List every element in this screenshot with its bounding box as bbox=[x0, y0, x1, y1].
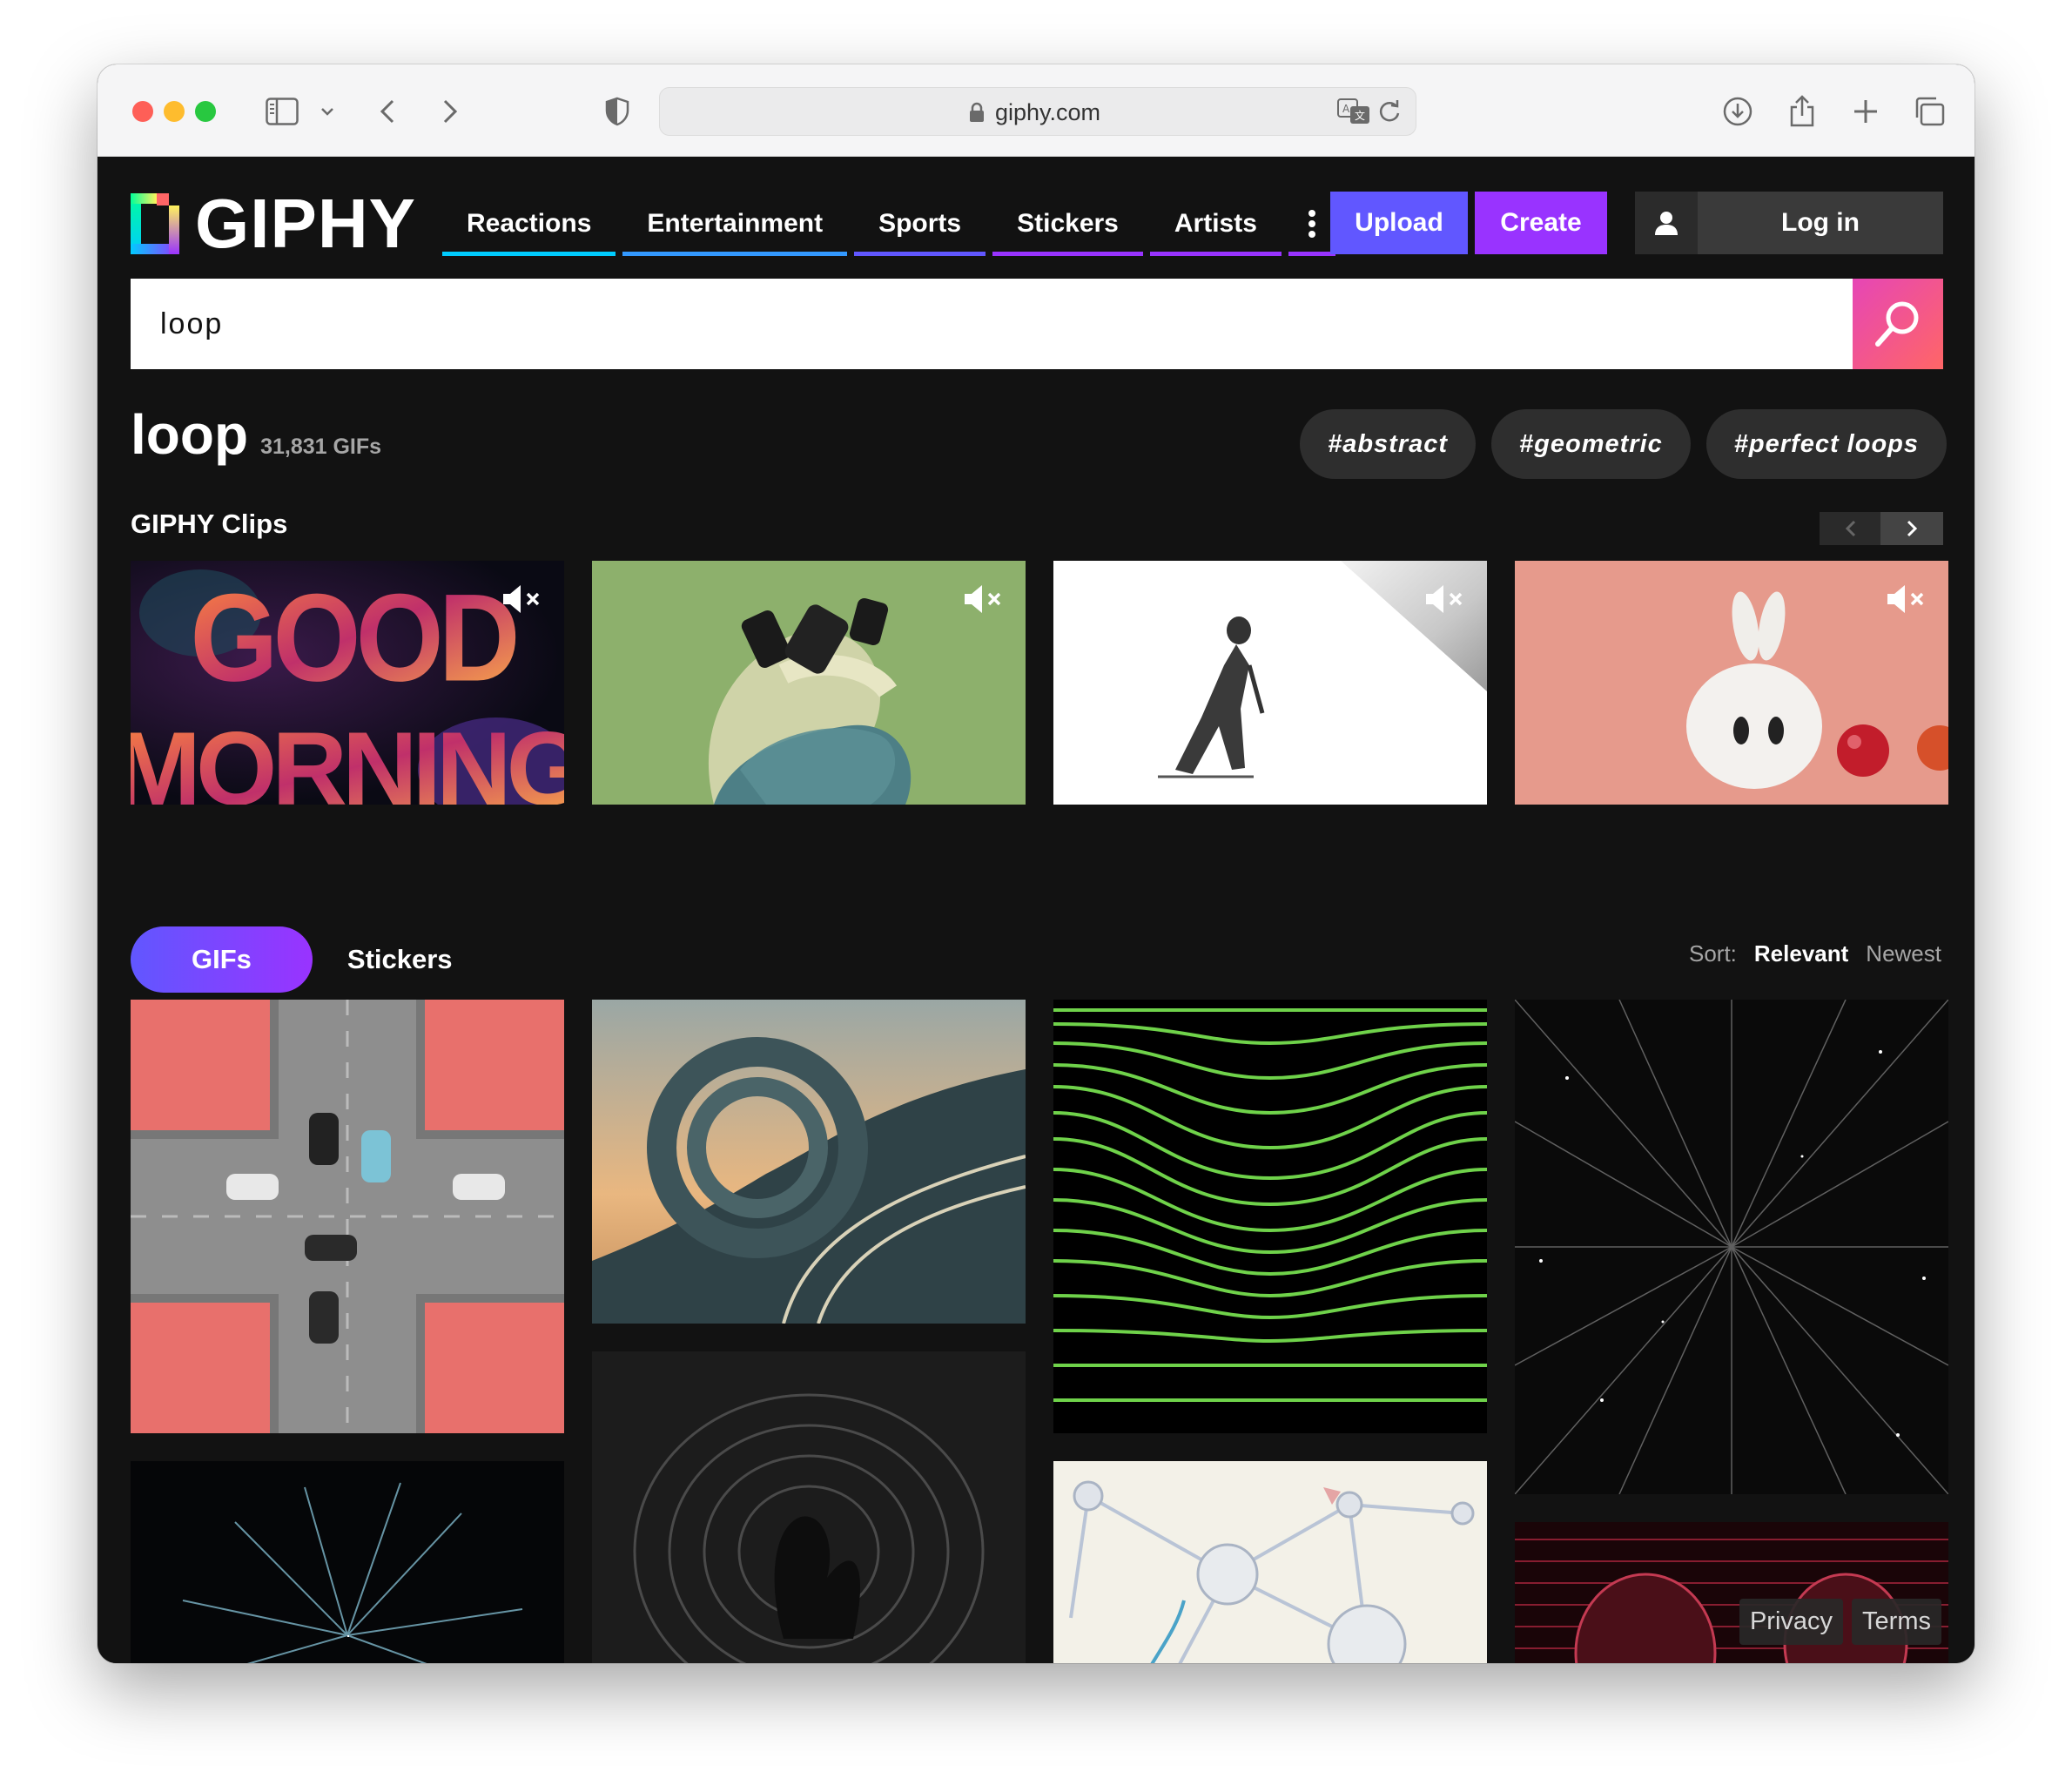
gif-tunnel-hand[interactable] bbox=[592, 1351, 1026, 1663]
svg-text:MORNING: MORNING bbox=[131, 711, 564, 805]
clip-good-morning-thumbnail: GOOD MORNING bbox=[131, 568, 564, 805]
back-icon[interactable] bbox=[374, 91, 400, 132]
clip-bunny-thumbnail bbox=[1515, 561, 1948, 805]
privacy-link[interactable]: Privacy bbox=[1739, 1599, 1844, 1645]
download-icon[interactable] bbox=[1720, 91, 1755, 132]
svg-text:A: A bbox=[1342, 103, 1350, 115]
tab-gifs[interactable]: GIFs bbox=[131, 926, 313, 993]
mute-icon[interactable] bbox=[1424, 582, 1466, 621]
more-vertical-icon bbox=[1308, 210, 1315, 238]
mute-icon[interactable] bbox=[501, 582, 543, 621]
tab-overview-icon[interactable] bbox=[1912, 91, 1947, 132]
sort-relevant[interactable]: Relevant bbox=[1754, 940, 1848, 967]
nav-reactions[interactable]: Reactions bbox=[442, 192, 616, 256]
sort-newest[interactable]: Newest bbox=[1866, 940, 1941, 967]
gif-intersection-thumbnail bbox=[131, 1000, 564, 1433]
svg-text:GOOD: GOOD bbox=[190, 568, 515, 707]
user-icon bbox=[1635, 192, 1698, 254]
tag-perfect-loops[interactable]: #perfect loops bbox=[1705, 409, 1947, 479]
privacy-shield-icon[interactable] bbox=[602, 91, 632, 132]
related-tags: #abstract #geometric #perfect loops bbox=[1300, 409, 1947, 479]
minimize-window-button[interactable] bbox=[164, 101, 185, 122]
giphy-page: GIPHY Reactions Entertainment Sports Sti… bbox=[98, 157, 1974, 1663]
content-type-tabs: GIFs Stickers bbox=[131, 926, 488, 993]
browser-window: giphy.com A文 GIPHY Reactions Entertainme… bbox=[98, 64, 1974, 1663]
nav-more-button[interactable] bbox=[1288, 192, 1335, 256]
zoom-window-button[interactable] bbox=[195, 101, 216, 122]
search-bar bbox=[131, 279, 1943, 369]
chevron-down-icon[interactable] bbox=[317, 91, 338, 132]
chevron-left-icon bbox=[1845, 520, 1856, 537]
sidebar-icon[interactable] bbox=[263, 91, 301, 132]
clips-section-title: GIPHY Clips bbox=[131, 509, 288, 539]
footer-links: Privacy Terms bbox=[1739, 1599, 1941, 1645]
search-icon bbox=[1875, 301, 1919, 347]
terms-link[interactable]: Terms bbox=[1852, 1599, 1941, 1645]
gif-neurons[interactable] bbox=[1053, 1461, 1487, 1663]
giphy-logo-mark bbox=[131, 193, 179, 254]
forward-icon[interactable] bbox=[437, 91, 463, 132]
gif-green-waves-thumbnail bbox=[1053, 1000, 1487, 1433]
clips-prev-button[interactable] bbox=[1820, 512, 1882, 545]
logo-text: GIPHY bbox=[195, 185, 416, 262]
gif-green-waves[interactable] bbox=[1053, 1000, 1487, 1433]
mute-icon[interactable] bbox=[963, 582, 1005, 621]
mute-icon[interactable] bbox=[1886, 582, 1927, 621]
clips-next-button[interactable] bbox=[1880, 512, 1943, 545]
close-window-button[interactable] bbox=[132, 101, 153, 122]
new-tab-icon[interactable] bbox=[1851, 91, 1880, 132]
url-text: giphy.com bbox=[995, 99, 1101, 125]
gif-neurons-thumbnail bbox=[1053, 1461, 1487, 1663]
tab-stickers[interactable]: Stickers bbox=[313, 926, 488, 993]
login-label: Log in bbox=[1781, 208, 1860, 237]
svg-text:文: 文 bbox=[1355, 109, 1365, 122]
gif-tunnel-hand-thumbnail bbox=[592, 1351, 1026, 1663]
nav-entertainment[interactable]: Entertainment bbox=[622, 192, 848, 256]
clip-sketch-figure-thumbnail bbox=[1158, 561, 1487, 778]
clip-sketch-figure[interactable] bbox=[1053, 561, 1487, 805]
gif-intersection[interactable] bbox=[131, 1000, 564, 1433]
gif-spiral-road-thumbnail bbox=[592, 1000, 1026, 1324]
nav-stickers[interactable]: Stickers bbox=[992, 192, 1143, 256]
address-bar[interactable]: giphy.com A文 bbox=[659, 87, 1416, 136]
share-icon[interactable] bbox=[1786, 91, 1818, 132]
giphy-logo[interactable]: GIPHY bbox=[131, 185, 416, 262]
sort-control: Sort: Relevant Newest bbox=[1689, 940, 1941, 967]
create-button[interactable]: Create bbox=[1475, 192, 1607, 254]
search-input[interactable] bbox=[131, 279, 1854, 369]
gif-starfield[interactable] bbox=[1515, 1000, 1948, 1494]
main-nav: Reactions Entertainment Sports Stickers … bbox=[442, 192, 1342, 256]
nav-artists[interactable]: Artists bbox=[1149, 192, 1282, 256]
reload-icon[interactable] bbox=[1377, 99, 1402, 128]
tag-geometric[interactable]: #geometric bbox=[1491, 409, 1691, 479]
nav-sports[interactable]: Sports bbox=[854, 192, 986, 256]
sort-label: Sort: bbox=[1688, 940, 1737, 967]
clip-pastel-twist-thumbnail bbox=[592, 561, 1026, 805]
tag-abstract[interactable]: #abstract bbox=[1300, 409, 1477, 479]
clip-good-morning[interactable]: GOOD MORNING bbox=[131, 561, 564, 805]
search-button[interactable] bbox=[1853, 279, 1943, 369]
upload-button[interactable]: Upload bbox=[1330, 192, 1468, 254]
translate-icon[interactable]: A文 bbox=[1337, 98, 1370, 129]
gif-warp-speed-thumbnail bbox=[131, 1461, 564, 1663]
browser-toolbar: giphy.com A文 bbox=[98, 64, 1974, 157]
gif-warp-speed[interactable] bbox=[131, 1461, 564, 1663]
results-count: 31,831 GIFs bbox=[260, 435, 382, 459]
gif-starfield-thumbnail bbox=[1515, 1000, 1948, 1494]
gif-spiral-road[interactable] bbox=[592, 1000, 1026, 1324]
results-heading: loop 31,831 GIFs bbox=[131, 402, 381, 467]
clip-pastel-twist[interactable] bbox=[592, 561, 1026, 805]
lock-icon bbox=[969, 102, 985, 127]
chevron-right-icon bbox=[1907, 520, 1918, 537]
results-title: loop bbox=[131, 403, 249, 466]
login-button[interactable]: Log in bbox=[1635, 192, 1943, 254]
clip-bunny[interactable] bbox=[1515, 561, 1948, 805]
